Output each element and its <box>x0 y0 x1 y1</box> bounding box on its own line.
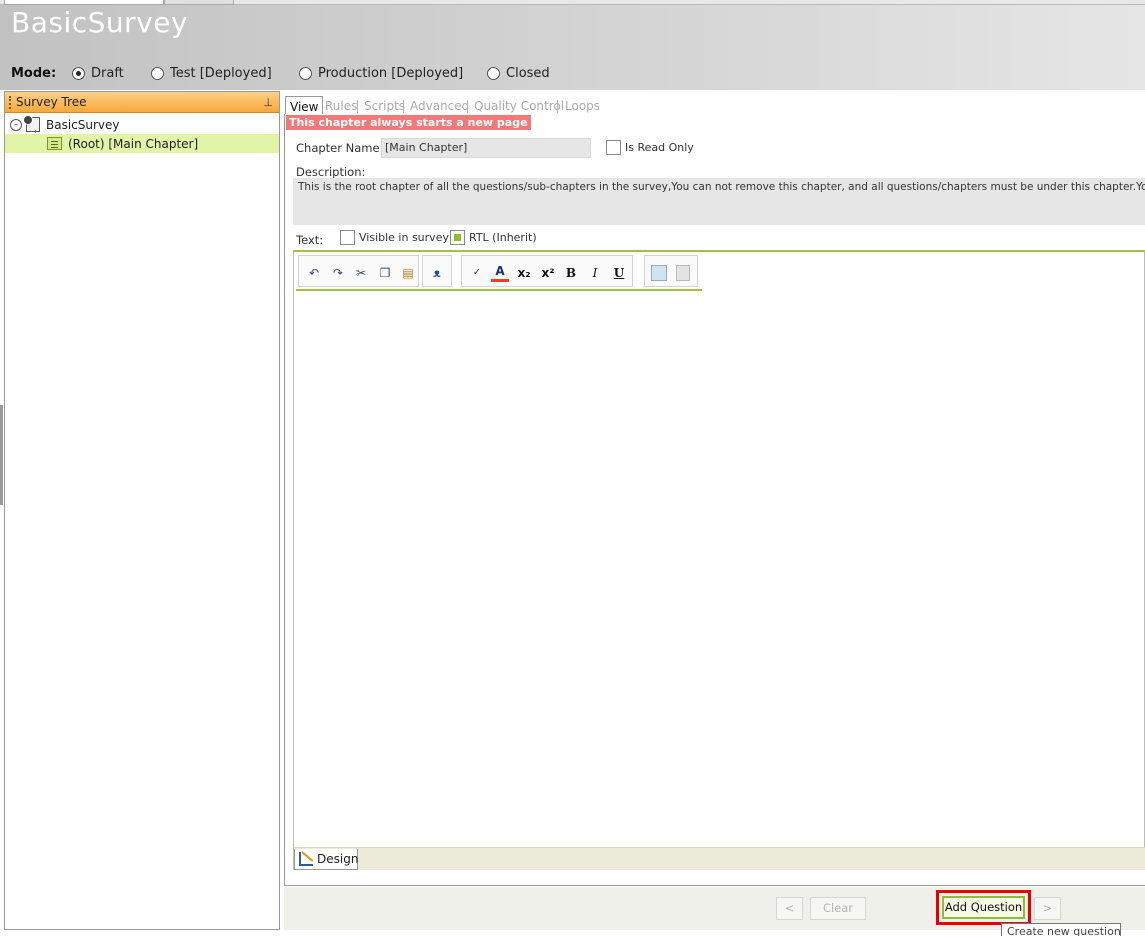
copy-icon[interactable]: ❐ <box>376 264 394 282</box>
tab-loops[interactable]: Loops <box>565 98 600 115</box>
survey-tree-header: Survey Tree ⊥ <box>5 92 279 113</box>
new-page-badge: This chapter always starts a new page <box>286 115 531 130</box>
description-label: Description: <box>296 165 366 179</box>
underline-icon[interactable]: U <box>610 264 628 282</box>
tree-item-basicsurvey[interactable]: – BasicSurvey <box>5 115 279 134</box>
visible-in-survey-checkbox[interactable] <box>340 230 355 245</box>
tab-separator <box>357 100 358 113</box>
collapse-icon[interactable]: – <box>10 118 22 131</box>
text-label: Text: <box>296 233 324 247</box>
undo-icon[interactable]: ↶ <box>305 264 323 282</box>
rtl-label: RTL (Inherit) <box>469 231 537 244</box>
insert-object-icon[interactable] <box>676 265 690 281</box>
survey-tree-title: Survey Tree <box>16 95 87 109</box>
redo-icon[interactable]: ↷ <box>329 264 347 282</box>
toolbar-group-format: ✓ A x₂ x² B I U <box>461 255 633 287</box>
design-tab-label: Design <box>317 852 359 866</box>
mode-production-label: Production [Deployed] <box>318 65 464 81</box>
editor-mode-strip <box>294 847 1145 870</box>
mode-production-radio[interactable]: Production [Deployed] <box>299 64 463 82</box>
subscript-icon[interactable]: x₂ <box>515 264 533 282</box>
left-splitter[interactable] <box>0 405 3 505</box>
tree-item-label: (Root) [Main Chapter] <box>68 136 199 151</box>
document-tab-active[interactable] <box>4 0 164 5</box>
document-tab-inactive[interactable] <box>164 0 234 5</box>
mode-closed-label: Closed <box>506 65 550 81</box>
tab-advanced[interactable]: Advanced <box>410 98 469 115</box>
tab-scripts[interactable]: Scripts <box>364 98 405 115</box>
tree-item-label: BasicSurvey <box>46 117 120 132</box>
app-title: BasicSurvey <box>11 6 189 39</box>
tab-separator <box>467 100 468 113</box>
tab-design[interactable]: Design <box>294 849 358 870</box>
editor-toolbar: ↶ ↷ ✂ ❐ ▤ ᴥ ✓ A x₂ x² B I U <box>296 252 702 291</box>
insert-image-icon[interactable] <box>651 265 667 281</box>
grip-icon[interactable] <box>9 95 12 109</box>
design-icon <box>299 852 313 866</box>
add-question-button[interactable]: Add Question <box>942 896 1025 919</box>
toolbar-group-insert <box>644 255 698 287</box>
toolbar-group-find: ᴥ <box>422 255 452 287</box>
tab-rules[interactable]: Rules <box>325 98 357 115</box>
tab-separator <box>403 100 404 113</box>
radio-icon <box>151 66 164 80</box>
italic-icon[interactable]: I <box>586 264 604 282</box>
next-button[interactable]: > <box>1034 897 1061 920</box>
read-only-label: Is Read Only <box>625 141 694 154</box>
mode-test-radio[interactable]: Test [Deployed] <box>151 64 272 82</box>
document-tab-strip <box>0 0 1145 5</box>
bold-icon[interactable]: B <box>562 264 580 282</box>
pin-icon[interactable]: ⊥ <box>263 96 273 109</box>
app-header: BasicSurvey Mode: Draft Test [Deployed] … <box>0 0 1145 90</box>
find-icon[interactable]: ᴥ <box>428 264 446 282</box>
mode-closed-radio[interactable]: Closed <box>487 64 550 82</box>
tab-separator <box>557 100 558 113</box>
mode-label: Mode: <box>11 65 57 81</box>
paste-icon[interactable]: ▤ <box>399 264 417 282</box>
spellcheck-icon[interactable]: ✓ <box>468 264 486 282</box>
mode-test-label: Test [Deployed] <box>170 65 272 81</box>
tab-quality-control[interactable]: Quality Control <box>474 98 564 115</box>
rtl-checkbox[interactable] <box>450 230 465 245</box>
mode-bar: Mode: <box>11 64 72 82</box>
rich-text-editor[interactable] <box>293 250 1145 870</box>
chapter-name-field[interactable]: [Main Chapter] <box>381 138 591 158</box>
mode-draft-radio[interactable]: Draft <box>72 64 124 82</box>
survey-tree-panel: Survey Tree ⊥ – BasicSurvey (Root) [Main… <box>4 91 280 930</box>
visible-in-survey-label: Visible in survey <box>359 231 449 244</box>
chapter-icon <box>47 137 62 150</box>
read-only-checkbox[interactable] <box>606 140 621 155</box>
clear-button[interactable]: Clear <box>810 897 866 920</box>
radio-icon <box>299 66 312 80</box>
description-field[interactable]: This is the root chapter of all the ques… <box>293 178 1145 225</box>
tab-view[interactable]: View <box>285 96 324 116</box>
superscript-icon[interactable]: x² <box>539 264 557 282</box>
cut-icon[interactable]: ✂ <box>352 264 370 282</box>
chapter-tabs: View Rules Scripts Advanced Quality Cont… <box>284 94 1145 116</box>
chapter-name-label: Chapter Name: <box>296 141 384 155</box>
toolbar-group-edit: ↶ ↷ ✂ ❐ ▤ <box>298 255 419 287</box>
radio-selected-icon <box>72 66 85 80</box>
font-color-icon[interactable]: A <box>491 264 509 282</box>
add-question-tooltip: Create new question <box>1001 923 1121 936</box>
mode-draft-label: Draft <box>91 65 124 81</box>
add-question-highlight: Add Question <box>936 890 1031 925</box>
radio-icon <box>487 66 500 80</box>
previous-button[interactable]: < <box>776 897 803 920</box>
tree-item-main-chapter[interactable]: (Root) [Main Chapter] <box>5 134 279 153</box>
